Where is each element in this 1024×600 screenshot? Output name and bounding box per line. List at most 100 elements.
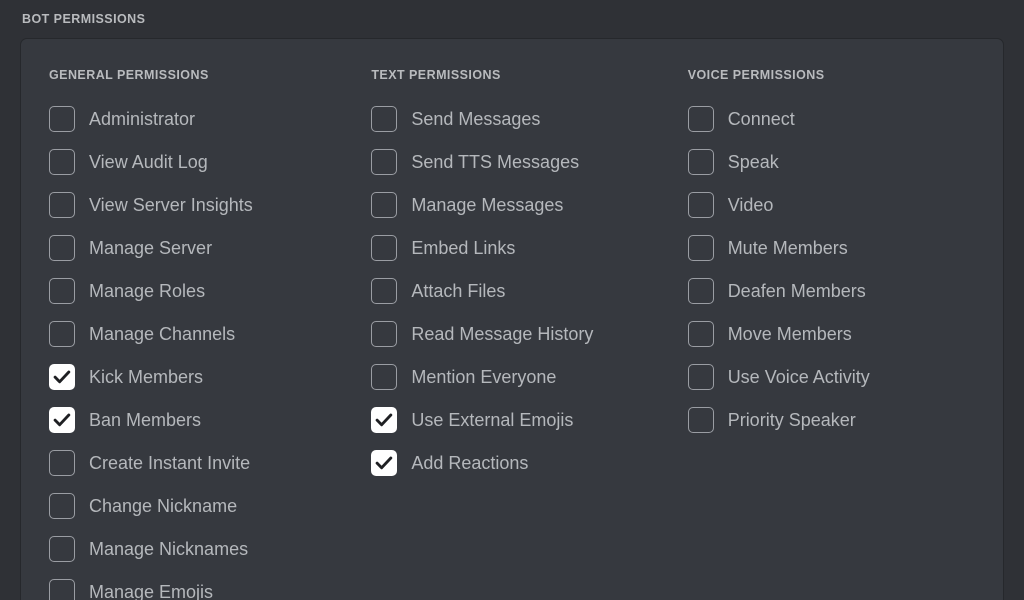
permission-label: Embed Links: [411, 237, 515, 259]
permission-row[interactable]: View Server Insights: [49, 183, 342, 226]
permission-checkbox[interactable]: [688, 321, 714, 347]
permission-columns: GENERAL PERMISSIONS Administrator View Au…: [21, 39, 1003, 600]
permission-row[interactable]: Manage Channels: [49, 312, 342, 355]
permission-checkbox[interactable]: [49, 450, 75, 476]
permission-list-general: Administrator View Audit Log View Server I…: [49, 97, 342, 600]
permission-label: Kick Members: [89, 366, 203, 388]
permissions-panel: GENERAL PERMISSIONS Administrator View Au…: [20, 38, 1004, 600]
permission-checkbox[interactable]: [688, 407, 714, 433]
permission-row[interactable]: Speak: [688, 140, 1003, 183]
check-icon: [50, 408, 74, 432]
permission-checkbox[interactable]: [371, 106, 397, 132]
permission-row[interactable]: Connect: [688, 97, 1003, 140]
permission-row[interactable]: Ban Members: [49, 398, 342, 441]
permission-checkbox[interactable]: [49, 493, 75, 519]
permission-label: Connect: [728, 108, 795, 130]
permission-label: View Audit Log: [89, 151, 208, 173]
permission-column-text: TEXT PERMISSIONS Send Messages Send TTS M…: [342, 39, 663, 600]
permission-row[interactable]: Create Instant Invite: [49, 441, 342, 484]
permission-label: Change Nickname: [89, 495, 237, 517]
permission-label: Speak: [728, 151, 779, 173]
permission-label: Use External Emojis: [411, 409, 573, 431]
permission-row[interactable]: Manage Nicknames: [49, 527, 342, 570]
check-icon: [50, 365, 74, 389]
permission-row[interactable]: Manage Server: [49, 226, 342, 269]
permission-label: Manage Messages: [411, 194, 563, 216]
permission-checkbox[interactable]: [49, 536, 75, 562]
permission-checkbox[interactable]: [688, 149, 714, 175]
permission-row[interactable]: Priority Speaker: [688, 398, 1003, 441]
permission-label: Manage Channels: [89, 323, 235, 345]
permission-row[interactable]: Send TTS Messages: [371, 140, 663, 183]
permission-label: Manage Emojis: [89, 581, 213, 600]
permission-checkbox[interactable]: [688, 235, 714, 261]
permission-label: Mention Everyone: [411, 366, 556, 388]
permission-row[interactable]: Read Message History: [371, 312, 663, 355]
permission-checkbox[interactable]: [371, 407, 397, 433]
check-icon: [372, 451, 396, 475]
permission-checkbox[interactable]: [49, 364, 75, 390]
permission-label: Read Message History: [411, 323, 593, 345]
permission-checkbox[interactable]: [49, 235, 75, 261]
permission-label: Ban Members: [89, 409, 201, 431]
permission-checkbox[interactable]: [371, 192, 397, 218]
permission-checkbox[interactable]: [371, 364, 397, 390]
permission-row[interactable]: Manage Roles: [49, 269, 342, 312]
permission-row[interactable]: Mute Members: [688, 226, 1003, 269]
permission-checkbox[interactable]: [49, 278, 75, 304]
permission-row[interactable]: Kick Members: [49, 355, 342, 398]
permission-checkbox[interactable]: [49, 321, 75, 347]
bot-permissions-screen: BOT PERMISSIONS GENERAL PERMISSIONS Admi…: [0, 0, 1024, 600]
permission-row[interactable]: Deafen Members: [688, 269, 1003, 312]
permission-row[interactable]: Send Messages: [371, 97, 663, 140]
permission-label: Mute Members: [728, 237, 848, 259]
permission-checkbox[interactable]: [371, 321, 397, 347]
column-title-text: TEXT PERMISSIONS: [371, 67, 663, 83]
permission-row[interactable]: Change Nickname: [49, 484, 342, 527]
permission-checkbox[interactable]: [371, 278, 397, 304]
permission-row[interactable]: Add Reactions: [371, 441, 663, 484]
permission-list-text: Send Messages Send TTS Messages Manage Mes…: [371, 97, 663, 484]
permission-row[interactable]: Embed Links: [371, 226, 663, 269]
permission-checkbox[interactable]: [688, 364, 714, 390]
permission-row[interactable]: Manage Messages: [371, 183, 663, 226]
permission-checkbox[interactable]: [371, 149, 397, 175]
permission-label: View Server Insights: [89, 194, 253, 216]
permission-label: Attach Files: [411, 280, 505, 302]
permission-row[interactable]: Administrator: [49, 97, 342, 140]
permission-row[interactable]: Move Members: [688, 312, 1003, 355]
permission-list-voice: Connect Speak Video Mute Members Deafen Memb…: [688, 97, 1003, 441]
permission-checkbox[interactable]: [49, 106, 75, 132]
permission-column-voice: VOICE PERMISSIONS Connect Speak Video Mute …: [664, 39, 1003, 600]
permission-label: Manage Roles: [89, 280, 205, 302]
permission-label: Send TTS Messages: [411, 151, 579, 173]
permission-column-general: GENERAL PERMISSIONS Administrator View Au…: [21, 39, 342, 600]
permission-row[interactable]: Attach Files: [371, 269, 663, 312]
permission-checkbox[interactable]: [371, 235, 397, 261]
permission-checkbox[interactable]: [371, 450, 397, 476]
permission-label: Add Reactions: [411, 452, 528, 474]
permission-checkbox[interactable]: [49, 149, 75, 175]
permission-checkbox[interactable]: [49, 579, 75, 600]
permission-row[interactable]: Use External Emojis: [371, 398, 663, 441]
permission-row[interactable]: Manage Emojis: [49, 570, 342, 600]
permission-label: Manage Nicknames: [89, 538, 248, 560]
permission-label: Priority Speaker: [728, 409, 856, 431]
check-icon: [372, 408, 396, 432]
permission-label: Move Members: [728, 323, 852, 345]
column-title-general: GENERAL PERMISSIONS: [49, 67, 342, 83]
permission-checkbox[interactable]: [688, 278, 714, 304]
permission-checkbox[interactable]: [49, 407, 75, 433]
permission-checkbox[interactable]: [688, 106, 714, 132]
permission-label: Manage Server: [89, 237, 212, 259]
permission-label: Administrator: [89, 108, 195, 130]
permission-row[interactable]: View Audit Log: [49, 140, 342, 183]
permission-checkbox[interactable]: [49, 192, 75, 218]
permission-label: Deafen Members: [728, 280, 866, 302]
permission-row[interactable]: Mention Everyone: [371, 355, 663, 398]
permission-label: Video: [728, 194, 774, 216]
permission-row[interactable]: Use Voice Activity: [688, 355, 1003, 398]
permission-checkbox[interactable]: [688, 192, 714, 218]
permission-row[interactable]: Video: [688, 183, 1003, 226]
column-title-voice: VOICE PERMISSIONS: [688, 67, 1003, 83]
